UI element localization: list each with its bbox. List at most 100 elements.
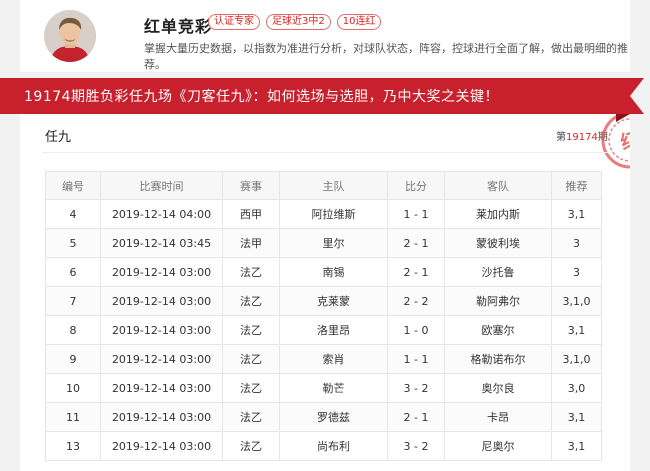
header-league: 赛事 [222,171,280,200]
expert-name[interactable]: 红单竞彩 [144,13,212,37]
table-row: 5 2019-12-14 03:45 法甲 里尔 2 - 1 蒙彼利埃 3 [45,228,602,258]
cell-time: 2019-12-14 03:45 [100,228,223,258]
panel-title: 任九 [45,130,72,145]
expert-description: 掌握大量历史数据，以指数为准进行分析，对球队状态，阵容，控球进行全面了解，做出最… [144,42,628,71]
avatar[interactable] [44,10,96,62]
cell-pick: 3 [551,228,602,258]
avatar-image [44,10,96,62]
cell-league: 法乙 [222,315,280,345]
article-title: 19174期胜负彩任九场《刀客任九》：如何选场与选胆，乃中大奖之关键！ [24,89,500,105]
table-row: 11 2019-12-14 03:00 法乙 罗德兹 2 - 1 卡昂 3,1 [45,402,602,432]
tag-certified: 认证专家 [208,14,260,30]
cell-pick: 3,1 [551,315,602,345]
cell-away: 莱加内斯 [444,199,552,229]
cell-league: 法乙 [222,257,280,287]
article-title-banner: 19174期胜负彩任九场《刀客任九》：如何选场与选胆，乃中大奖之关键！ [0,78,630,114]
issue-number: 19174 [566,132,598,143]
cell-away: 沙托鲁 [444,257,552,287]
banner-ribbon-tail [630,78,644,114]
cell-score: 2 - 1 [387,257,445,287]
tag-streak: 10连红 [336,14,382,30]
cell-pick: 3,1 [551,199,602,229]
issue-prefix: 第 [556,132,566,143]
cell-time: 2019-12-14 03:00 [100,344,223,374]
cell-away: 勒阿弗尔 [444,286,552,316]
cell-number: 9 [45,344,101,374]
cell-time: 2019-12-14 03:00 [100,286,223,316]
header-away: 客队 [444,171,552,200]
cell-home: 索肖 [279,344,388,374]
cell-score: 2 - 2 [387,286,445,316]
cell-pick: 3,1,0 [551,286,602,316]
cell-time: 2019-12-14 03:00 [100,373,223,403]
cell-league: 法乙 [222,402,280,432]
cell-home: 罗德兹 [279,402,388,432]
table-row: 8 2019-12-14 03:00 法乙 洛里昂 1 - 0 欧塞尔 3,1 [45,315,602,345]
table-row: 4 2019-12-14 04:00 西甲 阿拉维斯 1 - 1 莱加内斯 3,… [45,199,602,229]
cell-away: 蒙彼利埃 [444,228,552,258]
page: 红单竞彩 认证专家 足球近3中2 10连红 掌握大量历史数据，以指数为准进行分析… [0,0,650,471]
cell-pick: 3,1 [551,402,602,432]
table-row: 7 2019-12-14 03:00 法乙 克莱蒙 2 - 2 勒阿弗尔 3,1… [45,286,602,316]
cell-number: 11 [45,402,101,432]
cell-away: 卡昂 [444,402,552,432]
cell-score: 1 - 0 [387,315,445,345]
prediction-panel: 任九 第19174期 红 编号 比赛时间 赛事 主队 比分 客队 推荐 4 20… [20,114,630,471]
expert-tags: 认证专家 足球近3中2 10连红 [208,14,382,30]
cell-score: 2 - 1 [387,402,445,432]
cell-pick: 3,1 [551,431,602,461]
cell-number: 7 [45,286,101,316]
cell-league: 法乙 [222,373,280,403]
cell-pick: 3 [551,257,602,287]
red-stamp-icon: 红 [601,114,630,169]
table-row: 13 2019-12-14 03:00 法乙 尚布利 3 - 2 尼奥尔 3,1 [45,431,602,461]
cell-home: 克莱蒙 [279,286,388,316]
cell-time: 2019-12-14 03:00 [100,402,223,432]
cell-score: 3 - 2 [387,373,445,403]
table-header-row: 编号 比赛时间 赛事 主队 比分 客队 推荐 [45,171,602,200]
cell-time: 2019-12-14 03:00 [100,257,223,287]
expert-profile-card: 红单竞彩 认证专家 足球近3中2 10连红 掌握大量历史数据，以指数为准进行分析… [20,0,630,72]
issue-suffix: 期 [597,132,608,143]
cell-home: 南锡 [279,257,388,287]
header-home: 主队 [279,171,388,200]
cell-league: 西甲 [222,199,280,229]
header-pick: 推荐 [551,171,602,200]
tag-recent-record: 足球近3中2 [266,14,331,30]
table-row: 6 2019-12-14 03:00 法乙 南锡 2 - 1 沙托鲁 3 [45,257,602,287]
cell-time: 2019-12-14 03:00 [100,315,223,345]
cell-pick: 3,1,0 [551,344,602,374]
cell-number: 5 [45,228,101,258]
cell-league: 法乙 [222,344,280,374]
cell-away: 格勒诺布尔 [444,344,552,374]
stamp-text: 红 [618,127,630,155]
cell-home: 洛里昂 [279,315,388,345]
cell-league: 法乙 [222,286,280,316]
cell-number: 4 [45,199,101,229]
cell-away: 欧塞尔 [444,315,552,345]
cell-away: 奥尔良 [444,373,552,403]
cell-home: 尚布利 [279,431,388,461]
cell-number: 8 [45,315,101,345]
cell-score: 3 - 2 [387,431,445,461]
cell-score: 1 - 1 [387,199,445,229]
cell-home: 勒芒 [279,373,388,403]
cell-away: 尼奥尔 [444,431,552,461]
cell-home: 阿拉维斯 [279,199,388,229]
cell-time: 2019-12-14 03:00 [100,431,223,461]
divider [42,152,608,153]
issue-label: 第19174期 [556,128,608,143]
cell-league: 法甲 [222,228,280,258]
cell-number: 10 [45,373,101,403]
header-number: 编号 [45,171,101,200]
header-score: 比分 [387,171,445,200]
cell-score: 2 - 1 [387,228,445,258]
cell-number: 13 [45,431,101,461]
cell-pick: 3,0 [551,373,602,403]
cell-time: 2019-12-14 04:00 [100,199,223,229]
table-row: 10 2019-12-14 03:00 法乙 勒芒 3 - 2 奥尔良 3,0 [45,373,602,403]
table-row: 9 2019-12-14 03:00 法乙 索肖 1 - 1 格勒诺布尔 3,1… [45,344,602,374]
cell-home: 里尔 [279,228,388,258]
cell-league: 法乙 [222,431,280,461]
cell-score: 1 - 1 [387,344,445,374]
